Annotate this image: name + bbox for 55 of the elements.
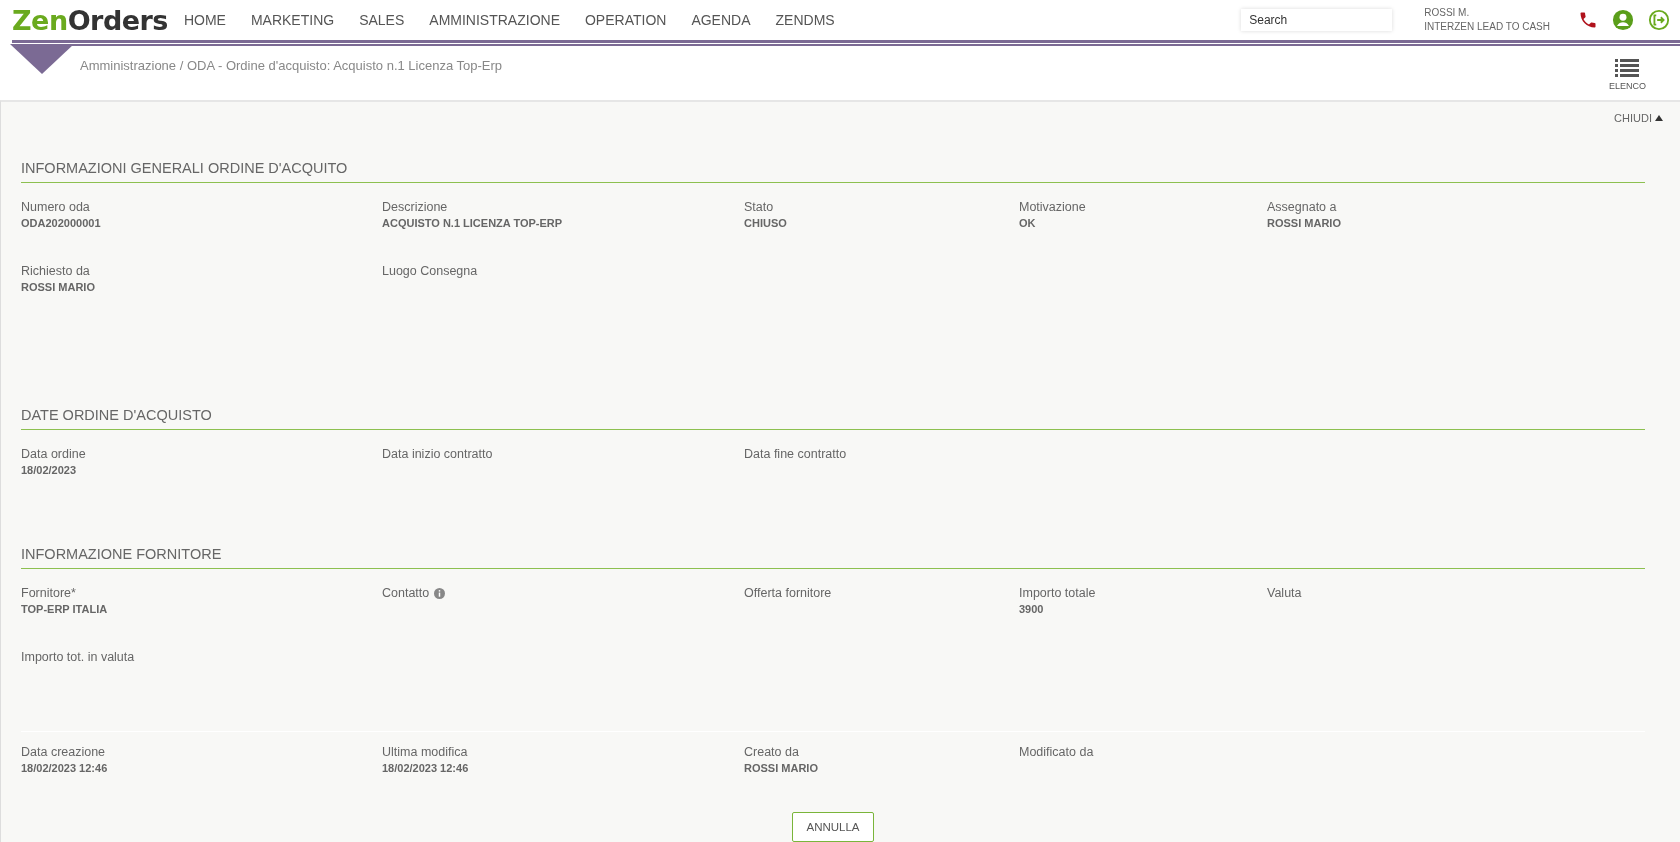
info-icon[interactable] — [434, 587, 446, 599]
field-label: Offerta fornitore — [744, 585, 832, 601]
list-button[interactable]: ELENCO — [1609, 58, 1646, 92]
field-label: Luogo Consegna — [382, 263, 478, 279]
field-label: Data ordine — [21, 446, 86, 462]
nav-link[interactable]: HOME — [183, 12, 226, 29]
field-label: Fornitore* — [21, 585, 76, 601]
nav-link[interactable]: AGENDA — [691, 12, 751, 29]
field-value: ROSSI MARIO — [1267, 216, 1342, 231]
field-label: Data creazione — [21, 744, 107, 760]
field-value: 3900 — [1019, 602, 1045, 617]
nav-link[interactable]: AMMINISTRAZIONE — [429, 12, 560, 29]
field-label: Valuta — [1267, 585, 1302, 601]
field-label: Assegnato a — [1267, 199, 1337, 215]
caret-icon — [1655, 115, 1663, 121]
field-value: ACQUISTO N.1 LICENZA TOP-ERP — [382, 216, 564, 231]
user-avatar-icon[interactable] — [1612, 9, 1634, 32]
field-label: Importo totale — [1019, 585, 1096, 601]
collapse-button[interactable]: CHIUDI — [1614, 112, 1663, 124]
list-icon — [1615, 58, 1640, 79]
field-label: Descrizione — [382, 199, 448, 215]
search-field[interactable]: Search — [1241, 9, 1393, 32]
field-value: 18/02/2023 12:46 — [21, 761, 109, 776]
logo[interactable]: ZenOrders — [12, 4, 168, 36]
field-value: CHIUSO — [744, 216, 788, 231]
field-label: Numero oda — [21, 199, 90, 215]
field-label: Contatto — [382, 585, 430, 601]
field-label: Stato — [744, 199, 774, 215]
field-label: Ultima modifica — [382, 744, 469, 760]
user-name: ROSSI M. — [1424, 6, 1471, 21]
field-value: ODA202000001 — [21, 216, 102, 231]
field-value: TOP-ERP ITALIA — [21, 602, 109, 617]
field-value: ROSSI MARIO — [21, 280, 96, 295]
breadcrumb: Amministrazione / ODA - Ordine d'acquisto: Acquisto n.1 Licenza Top-Erp — [80, 58, 504, 74]
cancel-button[interactable]: ANNULLA — [792, 812, 874, 842]
nav-link[interactable]: SALES — [359, 12, 405, 29]
nav-link[interactable]: ZENDMS — [775, 12, 835, 29]
field-value: 18/02/2023 12:46 — [382, 761, 470, 776]
field-label: Modificato da — [1019, 744, 1095, 760]
logout-icon[interactable] — [1648, 9, 1670, 32]
field-label: Creato da — [744, 744, 800, 760]
section-title: DATE ORDINE D'ACQUISTO — [21, 407, 1645, 430]
field-value: OK — [1019, 216, 1037, 231]
field-value: 18/02/2023 — [21, 463, 78, 478]
field-label: Data fine contratto — [744, 446, 847, 462]
section-title: INFORMAZIONE FORNITORE — [21, 546, 1645, 569]
field-label: Data inizio contratto — [382, 446, 493, 462]
section-title: INFORMAZIONI GENERALI ORDINE D'ACQUITO — [21, 160, 1645, 183]
nav-link[interactable]: MARKETING — [250, 12, 335, 29]
field-label: Richiesto da — [21, 263, 90, 279]
field-label: Motivazione — [1019, 199, 1086, 215]
company-name: INTERZEN LEAD TO CASH — [1424, 20, 1550, 35]
nav-link[interactable]: OPERATION — [584, 12, 667, 29]
field-label: Importo tot. in valuta — [21, 649, 135, 665]
field-value: ROSSI MARIO — [744, 761, 819, 776]
